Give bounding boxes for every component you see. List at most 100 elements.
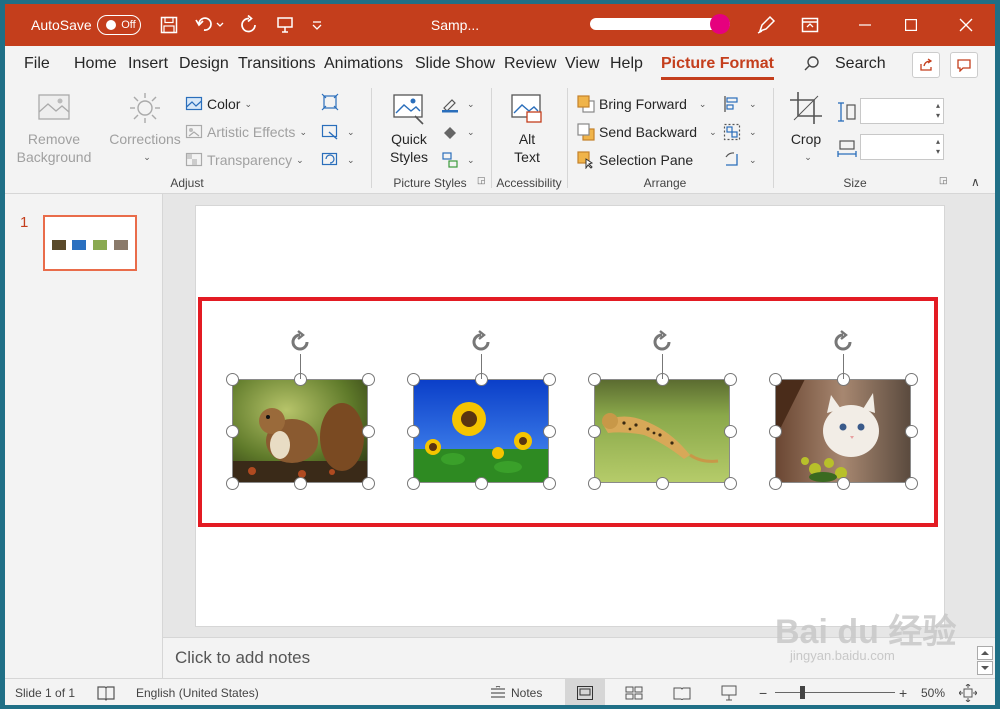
minimize-icon[interactable] [845,4,885,46]
resize-handle[interactable] [836,476,850,490]
transparency-button[interactable]: Transparency ⌄ [185,148,304,172]
bring-forward-button[interactable]: Bring Forward ⌄ [577,92,706,116]
slide-show-button[interactable] [721,679,737,705]
search-box[interactable]: Search [803,46,886,82]
tab-transitions[interactable]: Transitions [238,46,316,82]
normal-view-button[interactable] [565,679,605,705]
picture-border-button[interactable]: ⌄ [441,92,475,116]
fit-to-window-button[interactable] [959,679,977,705]
resize-handle[interactable] [406,424,420,438]
zoom-out-button[interactable]: − [759,679,767,705]
width-field[interactable]: ▴ ▾ [860,134,944,160]
account-name-redacted[interactable] [590,18,730,30]
rotate-handle-icon[interactable] [468,329,494,355]
resize-handle[interactable] [361,476,375,490]
tab-insert[interactable]: Insert [128,46,168,82]
slide-sorter-button[interactable] [625,679,643,705]
resize-handle[interactable] [723,476,737,490]
picture-styles-launcher[interactable]: ◲ [477,168,486,192]
tab-review[interactable]: Review [504,46,556,82]
tab-file[interactable]: File [24,46,50,82]
align-button[interactable]: ⌄ [723,92,757,116]
resize-handle[interactable] [361,372,375,386]
language-status[interactable]: English (United States) [136,679,259,705]
corrections-button[interactable]: Corrections ⌄ [105,90,185,166]
artistic-effects-button[interactable]: Artistic Effects ⌄ [185,120,307,144]
zoom-level[interactable]: 50% [921,679,945,705]
resize-handle[interactable] [904,372,918,386]
autosave-toggle[interactable]: Off [97,15,141,35]
height-field[interactable]: ▴ ▾ [860,98,944,124]
size-launcher[interactable]: ◲ [939,168,948,192]
pen-icon[interactable] [751,4,781,46]
resize-handle[interactable] [542,476,556,490]
redo-icon[interactable] [235,4,263,46]
resize-handle[interactable] [474,476,488,490]
crop-button[interactable]: Crop ⌄ [783,90,829,166]
share-button[interactable] [912,52,940,78]
zoom-in-button[interactable]: + [899,679,907,705]
tab-animations[interactable]: Animations [324,46,403,82]
zoom-slider[interactable] [775,692,895,693]
picture-effects-button[interactable]: ⌄ [441,120,475,144]
resize-handle[interactable] [542,372,556,386]
tab-slide-show[interactable]: Slide Show [415,46,495,82]
rotate-handle-icon[interactable] [830,329,856,355]
resize-handle[interactable] [406,372,420,386]
tab-home[interactable]: Home [74,46,117,82]
undo-icon[interactable] [191,4,229,46]
rotate-handle-icon[interactable] [287,329,313,355]
slide-canvas[interactable] [195,205,945,627]
zoom-slider-thumb[interactable] [800,686,805,699]
present-icon[interactable] [271,4,299,46]
tab-design[interactable]: Design [179,46,229,82]
resize-handle[interactable] [904,476,918,490]
save-icon[interactable] [155,4,183,46]
resize-handle[interactable] [655,476,669,490]
resize-handle[interactable] [904,424,918,438]
change-picture-button[interactable]: ⌄ [321,120,355,144]
reading-view-button[interactable] [673,679,691,705]
resize-handle[interactable] [768,372,782,386]
picture-layout-button[interactable]: ⌄ [441,148,475,172]
close-icon[interactable] [945,4,987,46]
rotate-objects-button[interactable]: ⌄ [723,148,757,172]
resize-handle[interactable] [225,476,239,490]
group-objects-button[interactable]: ⌄ [723,120,757,144]
maximize-icon[interactable] [891,4,931,46]
alt-text-button[interactable]: Alt Text [501,90,553,166]
resize-handle[interactable] [723,372,737,386]
resize-handle[interactable] [768,424,782,438]
resize-handle[interactable] [723,424,737,438]
resize-handle[interactable] [587,476,601,490]
resize-handle[interactable] [225,424,239,438]
resize-handle[interactable] [542,424,556,438]
resize-handle[interactable] [293,476,307,490]
resize-handle[interactable] [225,372,239,386]
collapse-ribbon-icon[interactable]: ∧ [971,170,980,194]
resize-handle[interactable] [587,372,601,386]
compress-pictures-button[interactable] [321,90,343,114]
selection-pane-button[interactable]: Selection Pane [577,148,693,172]
notes-toggle[interactable]: Notes [489,679,542,705]
customize-icon[interactable] [305,4,329,46]
resize-handle[interactable] [361,424,375,438]
tab-picture-format[interactable]: Picture Format [661,46,774,82]
tab-view[interactable]: View [565,46,599,82]
spelling-icon[interactable] [97,679,115,705]
vertical-scrollbar[interactable] [977,646,993,676]
quick-styles-button[interactable]: Quick Styles [379,90,439,166]
slide-thumbnail[interactable] [43,215,137,271]
reset-picture-button[interactable]: ⌄ [321,148,355,172]
account-avatar[interactable] [710,14,730,34]
resize-handle[interactable] [587,424,601,438]
rotate-handle-icon[interactable] [649,329,675,355]
resize-handle[interactable] [768,476,782,490]
tab-help[interactable]: Help [610,46,643,82]
send-backward-button[interactable]: Send Backward ⌄ [577,120,717,144]
comments-button[interactable] [950,52,978,78]
remove-background-button[interactable]: Remove Background [15,90,93,166]
color-button[interactable]: Color ⌄ [185,92,252,116]
ribbon-display-icon[interactable] [795,4,825,46]
resize-handle[interactable] [406,476,420,490]
